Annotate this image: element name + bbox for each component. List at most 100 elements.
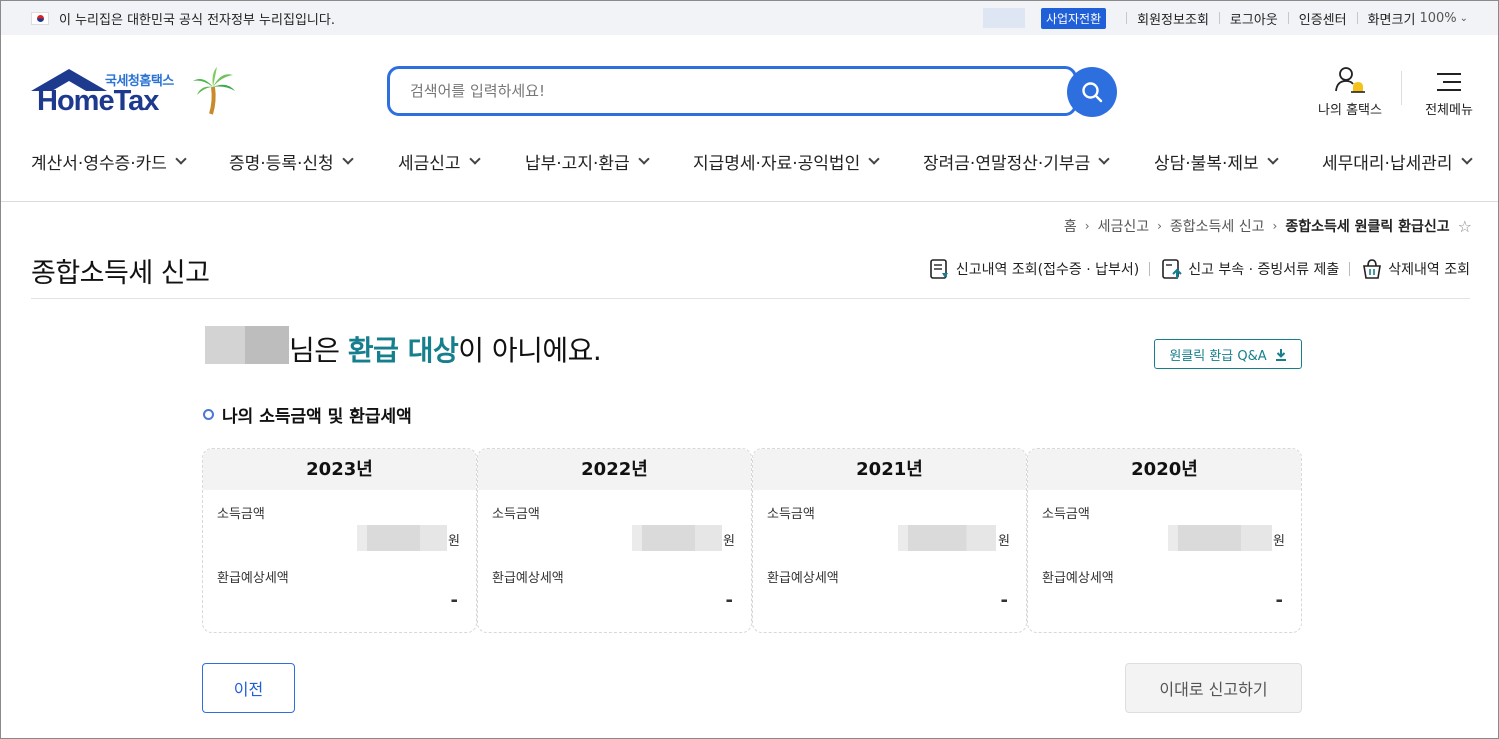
- search-input[interactable]: [410, 82, 1010, 100]
- divider: [1287, 12, 1289, 24]
- chevron-right-icon: ›: [1157, 219, 1162, 233]
- year-label: 2020년: [1028, 449, 1301, 490]
- refund-qa-button[interactable]: 원클릭 환급 Q&A: [1154, 339, 1302, 369]
- nav-item-tax-return[interactable]: 세금신고: [398, 149, 481, 174]
- chevron-down-icon: [1460, 152, 1473, 165]
- unit-label: 원: [998, 534, 1010, 549]
- document-list-icon: [930, 259, 948, 279]
- chevron-down-icon: [1098, 152, 1110, 165]
- nav-item-statements[interactable]: 지급명세·자료·공익법인: [693, 149, 880, 174]
- filing-history-link[interactable]: 신고내역 조회(접수증 · 납부서): [928, 257, 1139, 281]
- main-nav: 계산서·영수증·카드 증명·등록·신청 세금신고 납부·고지·환급 지급명세·자…: [1, 141, 1498, 181]
- unit-label: 원: [1273, 534, 1285, 549]
- year-card: 2020년 소득금액 원 환급예상세액 -: [1027, 448, 1302, 633]
- palm-tree-icon: [193, 67, 235, 115]
- divider: [1356, 12, 1358, 24]
- divider: [1126, 12, 1128, 24]
- chevron-down-icon: [175, 152, 187, 165]
- basket-icon: [1363, 259, 1382, 279]
- year-label: 2021년: [753, 449, 1026, 490]
- chevron-down-icon: [341, 152, 354, 165]
- masked-income: [357, 525, 447, 551]
- masked-income: [1168, 525, 1272, 551]
- nav-item-invoice[interactable]: 계산서·영수증·카드: [31, 149, 187, 174]
- prev-button[interactable]: 이전: [202, 663, 295, 713]
- year-label: 2022년: [478, 449, 751, 490]
- refund-label: 환급예상세액: [767, 571, 839, 586]
- zoom-value[interactable]: 100%: [1419, 11, 1456, 26]
- cert-center-link[interactable]: 인증센터: [1299, 9, 1347, 28]
- year-card: 2023년 소득금액 원 환급예상세액 -: [202, 448, 477, 633]
- page-title: 종합소득세 신고: [31, 258, 210, 289]
- refund-value: -: [725, 590, 733, 611]
- breadcrumb-current: 종합소득세 원클릭 환급신고: [1285, 219, 1450, 235]
- year-label: 2023년: [203, 449, 476, 490]
- logo-title: HomeTax: [37, 85, 159, 117]
- year-card: 2021년 소득금액 원 환급예상세액 -: [752, 448, 1027, 633]
- all-menu-button[interactable]: 전체메뉴: [1419, 65, 1479, 118]
- breadcrumb-home[interactable]: 홈: [1064, 216, 1077, 236]
- result-message: 님은 환급 대상이 아니에요.: [289, 334, 602, 367]
- hometax-logo[interactable]: 국세청홈택스 HomeTax: [31, 67, 241, 119]
- submit-as-is-button[interactable]: 이대로 신고하기: [1125, 663, 1302, 713]
- title-actions: 신고내역 조회(접수증 · 납부서) 신고 부속 · 증빙서류 제출 삭제내역 …: [928, 257, 1470, 281]
- search-icon: [1082, 82, 1103, 103]
- chevron-down-icon: [468, 152, 481, 165]
- my-hometax-button[interactable]: 나의 홈택스: [1314, 65, 1386, 118]
- income-label: 소득금액: [767, 507, 815, 522]
- chevron-down-icon[interactable]: ⌄: [1460, 13, 1468, 24]
- deleted-history-link[interactable]: 삭제내역 조회: [1360, 257, 1470, 281]
- star-favorite-icon[interactable]: ☆: [1458, 217, 1472, 236]
- bullet-circle-icon: [203, 409, 214, 420]
- divider: [31, 298, 1470, 299]
- biz-switch-button[interactable]: 사업자전환: [1040, 7, 1107, 29]
- user-bell-icon: [1335, 67, 1365, 93]
- breadcrumb: 홈 › 세금신고 › 종합소득세 신고 › 종합소득세 원클릭 환급신고 ☆: [1064, 216, 1472, 236]
- nav-item-consultation[interactable]: 상담·불복·제보: [1154, 149, 1279, 174]
- member-info-link[interactable]: 회원정보조회: [1137, 9, 1209, 28]
- year-cards: 2023년 소득금액 원 환급예상세액 - 2022년 소득금액 원 환급예상세…: [202, 448, 1302, 633]
- year-card: 2022년 소득금액 원 환급예상세액 -: [477, 448, 752, 633]
- nav-item-incentives[interactable]: 장려금·연말정산·기부금: [923, 149, 1110, 174]
- nav-item-tax-agent[interactable]: 세무대리·납세관리: [1322, 149, 1473, 174]
- refund-value: -: [1000, 590, 1008, 611]
- all-menu-label: 전체메뉴: [1425, 103, 1473, 118]
- gov-notice[interactable]: 이 누리집은 대한민국 공식 전자정부 누리집입니다.: [59, 9, 335, 28]
- divider: [1, 201, 1498, 202]
- gov-bar: 이 누리집은 대한민국 공식 전자정부 누리집입니다. 사업자전환 회원정보조회…: [1, 1, 1498, 35]
- nav-item-certificate[interactable]: 증명·등록·신청: [229, 149, 354, 174]
- unit-label: 원: [448, 534, 460, 549]
- chevron-down-icon: [637, 152, 650, 165]
- divider: [1149, 262, 1151, 276]
- my-hometax-label: 나의 홈택스: [1318, 103, 1382, 118]
- refund-label: 환급예상세액: [217, 571, 289, 586]
- breadcrumb-income-tax[interactable]: 종합소득세 신고: [1170, 216, 1265, 236]
- search-button[interactable]: [1067, 67, 1117, 117]
- masked-income: [632, 525, 722, 551]
- refund-value: -: [450, 590, 458, 611]
- document-upload-icon: [1162, 259, 1182, 279]
- income-label: 소득금액: [492, 507, 540, 522]
- unit-label: 원: [723, 534, 735, 549]
- chevron-right-icon: ›: [1272, 219, 1278, 233]
- divider: [1401, 71, 1402, 105]
- masked-user-name: [205, 326, 289, 364]
- logout-link[interactable]: 로그아웃: [1230, 9, 1278, 28]
- section-title: 나의 소득금액 및 환급세액: [203, 402, 412, 427]
- submit-documents-link[interactable]: 신고 부속 · 증빙서류 제출: [1160, 257, 1339, 281]
- result-emphasis: 환급 대상: [347, 334, 459, 367]
- zoom-label[interactable]: 화면크기: [1368, 9, 1416, 28]
- utility-links: 사업자전환 회원정보조회 로그아웃 인증센터 화면크기 100% ⌄: [982, 7, 1468, 29]
- masked-income: [898, 525, 996, 551]
- income-label: 소득금액: [1042, 507, 1090, 522]
- refund-label: 환급예상세액: [1042, 571, 1114, 586]
- divider: [1349, 262, 1351, 276]
- refund-value: -: [1275, 590, 1283, 611]
- breadcrumb-tax-return[interactable]: 세금신고: [1098, 216, 1150, 236]
- refund-label: 환급예상세액: [492, 571, 564, 586]
- income-label: 소득금액: [217, 507, 265, 522]
- masked-user-chip: [982, 8, 1025, 28]
- nav-item-payment[interactable]: 납부·고지·환급: [525, 149, 650, 174]
- chevron-down-icon: [1266, 152, 1279, 165]
- chevron-right-icon: ›: [1084, 219, 1090, 233]
